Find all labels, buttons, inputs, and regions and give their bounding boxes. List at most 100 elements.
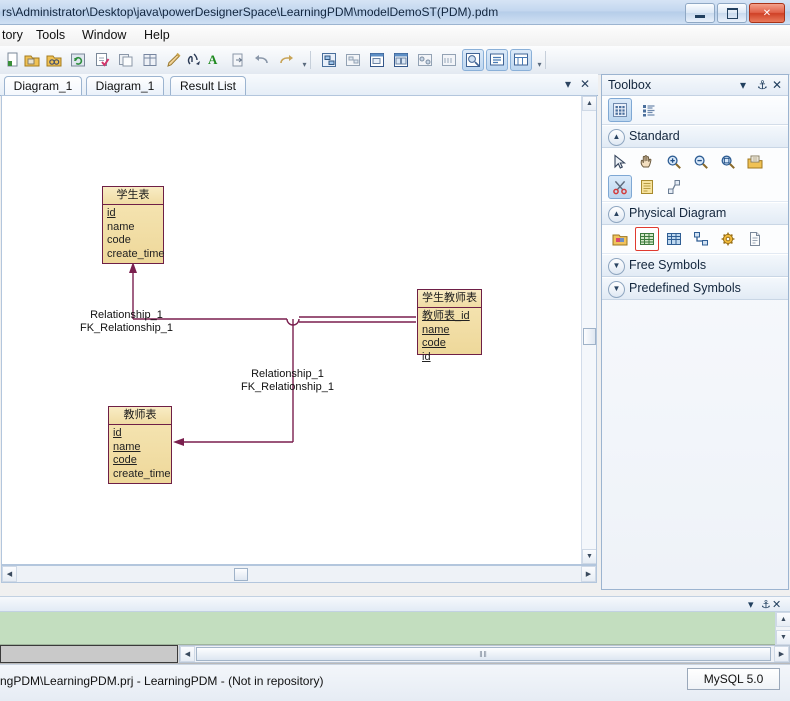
copy-icon[interactable]	[115, 49, 137, 71]
file-tool-icon[interactable]	[743, 227, 767, 251]
result-hscroll-thumb[interactable]: ‖‖	[196, 647, 771, 661]
relationship-label-1[interactable]: Relationship_1 FK_Relationship_1	[80, 309, 173, 335]
package-tool-icon[interactable]	[608, 227, 632, 251]
toolbox-dropdown-icon[interactable]: ▾	[740, 78, 746, 92]
main-toolbar: A ▾ ▾	[0, 46, 790, 75]
scroll-down-arrow-icon[interactable]: ▼	[582, 549, 596, 564]
tab-0[interactable]: Diagram_1	[4, 76, 82, 95]
toolbox-sections: ▲ Standard ▲ Physical Diagram ▼ Free Symbols ▼…	[602, 125, 788, 300]
redo-icon[interactable]	[275, 49, 297, 71]
chevron-down-icon[interactable]: ▼	[608, 258, 625, 275]
xml-model-icon	[441, 52, 457, 68]
conceptual-model-icon[interactable]	[318, 49, 340, 71]
status-dbms: MySQL 5.0	[687, 668, 780, 690]
zoom-out-tool-icon[interactable]	[689, 150, 713, 174]
maximize-button[interactable]	[717, 3, 747, 23]
check-model-icon[interactable]	[91, 49, 113, 71]
canvas-horizontal-scrollbar[interactable]: ◀ ▶	[1, 565, 597, 583]
toolbox-section-physical-diagram[interactable]: ▲ Physical Diagram	[602, 202, 788, 225]
fill-color-icon[interactable]	[183, 49, 205, 71]
undo-icon[interactable]	[251, 49, 273, 71]
minimize-button[interactable]	[685, 3, 715, 23]
student-teacher-table[interactable]: 学生教师表 教师表_id name code id	[417, 289, 482, 363]
canvas-hscroll-thumb[interactable]	[234, 568, 248, 581]
open-package-tool-icon[interactable]	[743, 150, 767, 174]
toolbox-close-icon[interactable]: ✕	[772, 78, 782, 92]
scroll-right-arrow-icon[interactable]: ▶	[581, 566, 596, 582]
chevron-up-icon[interactable]: ▲	[608, 129, 625, 146]
open-repository-icon[interactable]	[43, 49, 65, 71]
result-panel-pin-icon[interactable]: ⚓	[761, 598, 771, 611]
object-model-icon[interactable]	[390, 49, 412, 71]
toolbox-section-standard[interactable]: ▲ Standard	[602, 125, 788, 148]
result-panel-dropdown-icon[interactable]: ▾	[748, 598, 754, 611]
pointer-tool-icon[interactable]	[608, 150, 632, 174]
properties-icon[interactable]	[139, 49, 161, 71]
font-color-icon[interactable]: A	[205, 49, 227, 71]
browser-toggle-icon[interactable]	[462, 49, 484, 71]
export-icon[interactable]	[227, 49, 249, 71]
zoom-fit-tool-icon[interactable]	[716, 150, 740, 174]
student-table[interactable]: 学生表 id name code create_time	[102, 186, 164, 264]
canvas-vertical-scrollbar[interactable]: ▲ ▼	[581, 96, 596, 564]
chevron-up-icon[interactable]: ▲	[608, 206, 625, 223]
result-horizontal-scrollbar[interactable]: ◀ ‖‖ ▶	[179, 645, 790, 663]
logical-model-icon[interactable]	[342, 49, 364, 71]
toolbox-toggle-icon	[513, 52, 529, 68]
result-scroll-left-icon[interactable]: ◀	[180, 646, 195, 662]
tab-close-icon[interactable]: ✕	[580, 77, 590, 91]
result-vertical-scrollbar[interactable]: ▲ ▼	[775, 612, 790, 645]
result-scroll-up-icon[interactable]: ▲	[776, 612, 790, 627]
save-model-icon[interactable]	[67, 49, 89, 71]
toolbox-section-free-symbols[interactable]: ▼ Free Symbols	[602, 254, 788, 277]
result-scroll-down-icon[interactable]: ▼	[776, 630, 790, 645]
note-tool-icon[interactable]	[635, 175, 659, 199]
toolbox-pin-icon[interactable]: ⚓	[757, 78, 768, 92]
menu-item-window[interactable]: Window	[82, 28, 126, 42]
toolbox-icon-view-button[interactable]	[608, 98, 632, 122]
toolbox-section-label: Predefined Symbols	[629, 281, 741, 295]
menu-item-tory[interactable]: tory	[2, 28, 23, 42]
scroll-up-arrow-icon[interactable]: ▲	[582, 96, 596, 111]
open-model-icon[interactable]	[21, 49, 43, 71]
toolbox-toggle-icon[interactable]	[510, 49, 532, 71]
delete-tool-icon[interactable]	[608, 175, 632, 199]
tab-list-dropdown-icon[interactable]: ▾	[565, 77, 571, 91]
diagram-canvas[interactable]: 学生表 id name code create_time 学生教师表 教师表_id name c…	[1, 95, 597, 565]
teacher-table-columns: id name code create_time	[109, 425, 171, 484]
link-tool-icon[interactable]	[662, 175, 686, 199]
scroll-left-arrow-icon[interactable]: ◀	[2, 566, 17, 582]
table-tool-icon[interactable]	[635, 227, 659, 251]
procedure-tool-icon[interactable]	[716, 227, 740, 251]
zoom-fit-icon	[720, 154, 736, 170]
tab-1[interactable]: Diagram_1	[86, 76, 164, 95]
menu-item-tools[interactable]: Tools	[36, 28, 65, 42]
result-list-output[interactable]: ▲ ▼	[0, 612, 790, 645]
result-scroll-right-icon[interactable]: ▶	[774, 646, 789, 662]
canvas-vscroll-thumb[interactable]	[583, 328, 596, 345]
redo-icon	[278, 52, 294, 68]
toolbar-overflow-icon[interactable]: ▾	[300, 60, 309, 69]
view-tool-icon[interactable]	[662, 227, 686, 251]
menu-item-help[interactable]: Help	[144, 28, 170, 42]
result-list-toggle-icon[interactable]	[486, 49, 508, 71]
zoom-in-tool-icon[interactable]	[662, 150, 686, 174]
toolbox-list-view-button[interactable]	[637, 98, 661, 122]
grabber-tool-icon[interactable]	[635, 150, 659, 174]
chevron-down-icon[interactable]: ▼	[608, 281, 625, 298]
business-model-icon[interactable]	[414, 49, 436, 71]
format-brush-icon[interactable]	[163, 49, 185, 71]
xml-model-icon[interactable]	[438, 49, 460, 71]
result-panel-close-icon[interactable]: ✕	[772, 598, 781, 611]
browser-toggle-icon	[465, 52, 481, 68]
physical-model-icon[interactable]	[366, 49, 388, 71]
relationship-label-2[interactable]: Relationship_1 FK_Relationship_1	[241, 368, 334, 394]
list-view-icon	[641, 102, 657, 118]
toolbox-section-label: Physical Diagram	[629, 206, 727, 220]
close-button[interactable]: ✕	[749, 3, 785, 23]
toolbox-section-predefined-symbols[interactable]: ▼ Predefined Symbols	[602, 277, 788, 300]
teacher-table[interactable]: 教师表 id name code create_time	[108, 406, 172, 484]
reference-tool-icon[interactable]	[689, 227, 713, 251]
toolbar-overflow-icon[interactable]: ▾	[535, 60, 544, 69]
tab-2[interactable]: Result List	[170, 76, 246, 95]
